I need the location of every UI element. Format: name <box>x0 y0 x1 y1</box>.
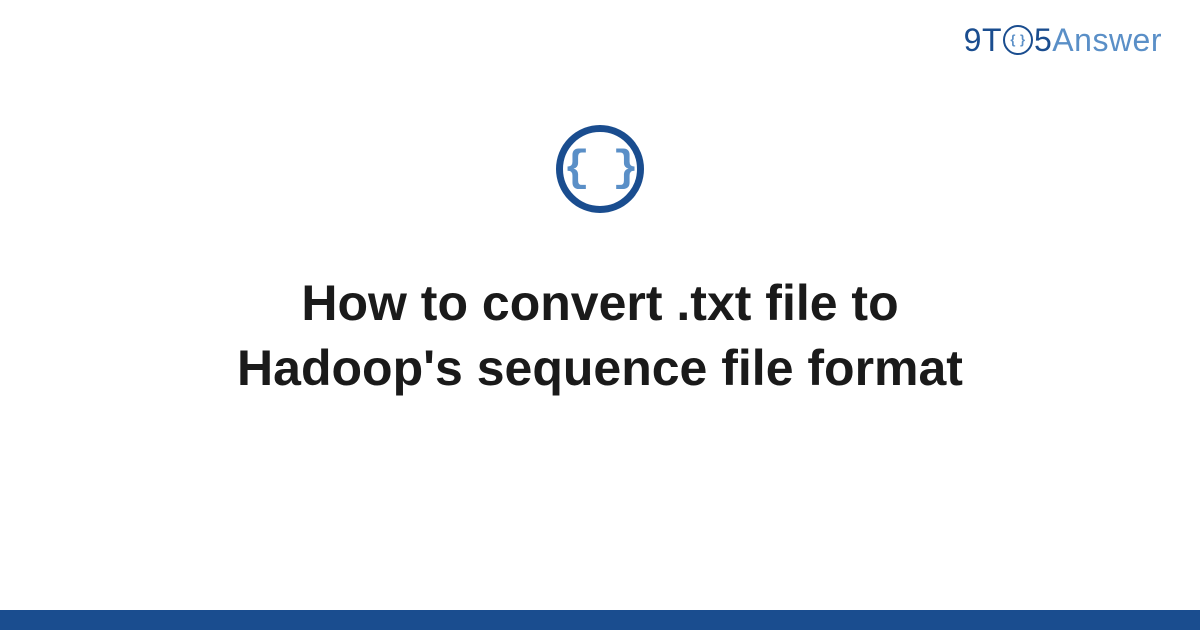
code-braces-icon: { } <box>556 125 644 213</box>
logo-text-5: 5 <box>1034 22 1052 59</box>
logo-text-9t: 9T <box>964 22 1002 59</box>
site-logo: 9T { } 5 Answer <box>964 22 1162 59</box>
main-content: { } How to convert .txt file to Hadoop's… <box>0 125 1200 401</box>
braces-glyph: { } <box>563 147 636 191</box>
logo-circle-braces: { } <box>1010 33 1025 46</box>
logo-circle-icon: { } <box>1003 25 1033 55</box>
page-title: How to convert .txt file to Hadoop's seq… <box>150 271 1050 401</box>
footer-accent-bar <box>0 610 1200 630</box>
logo-text-answer: Answer <box>1052 22 1162 59</box>
